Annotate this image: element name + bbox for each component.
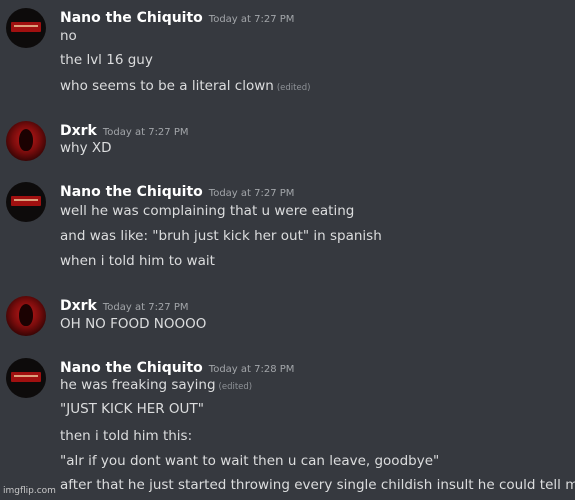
message-line: when i told him to wait	[60, 253, 215, 269]
message-line: the lvl 16 guy	[60, 52, 153, 68]
message-line: "JUST KICK HER OUT"	[60, 401, 204, 417]
edited-label: (edited)	[218, 382, 253, 392]
message-line: "alr if you dont want to wait then u can…	[60, 453, 440, 469]
message-text: who seems to be a literal clown	[60, 78, 274, 94]
message-header: Dxrk Today at 7:27 PM	[60, 295, 189, 314]
message-header: Nano the Chiquito Today at 7:27 PM	[60, 181, 294, 200]
edited-label: (edited)	[276, 83, 311, 93]
message-line: he was freaking saying (edited)	[60, 377, 252, 393]
message-line: well he was complaining that u were eati…	[60, 203, 355, 219]
avatar[interactable]	[6, 358, 46, 398]
watermark: imgflip.com	[3, 486, 56, 496]
timestamp: Today at 7:27 PM	[102, 302, 189, 313]
username[interactable]: Nano the Chiquito	[60, 10, 203, 26]
timestamp: Today at 7:27 PM	[208, 188, 295, 199]
message-line: no	[60, 28, 77, 44]
message-line: after that he just started throwing ever…	[60, 477, 575, 493]
avatar[interactable]	[6, 182, 46, 222]
avatar[interactable]	[6, 296, 46, 336]
message-line: why XD	[60, 140, 112, 156]
message-line: and was like: "bruh just kick her out" i…	[60, 228, 382, 244]
avatar-logo	[11, 372, 41, 382]
message-header: Nano the Chiquito Today at 7:27 PM	[60, 7, 294, 26]
message-line: then i told him this:	[60, 428, 193, 444]
avatar[interactable]	[6, 121, 46, 161]
message-line: OH NO FOOD NOOOO	[60, 316, 207, 332]
timestamp: Today at 7:27 PM	[208, 14, 295, 25]
timestamp: Today at 7:28 PM	[208, 364, 295, 375]
timestamp: Today at 7:27 PM	[102, 127, 189, 138]
message-header: Nano the Chiquito Today at 7:28 PM	[60, 357, 294, 376]
avatar[interactable]	[6, 8, 46, 48]
avatar-logo	[11, 22, 41, 32]
username[interactable]: Dxrk	[60, 123, 97, 139]
message-header: Dxrk Today at 7:27 PM	[60, 120, 189, 139]
message-text: he was freaking saying	[60, 377, 216, 393]
username[interactable]: Dxrk	[60, 298, 97, 314]
avatar-logo	[11, 196, 41, 206]
avatar-mask	[19, 129, 33, 151]
username[interactable]: Nano the Chiquito	[60, 184, 203, 200]
message-line: who seems to be a literal clown (edited)	[60, 78, 310, 94]
username[interactable]: Nano the Chiquito	[60, 360, 203, 376]
avatar-mask	[19, 304, 33, 326]
